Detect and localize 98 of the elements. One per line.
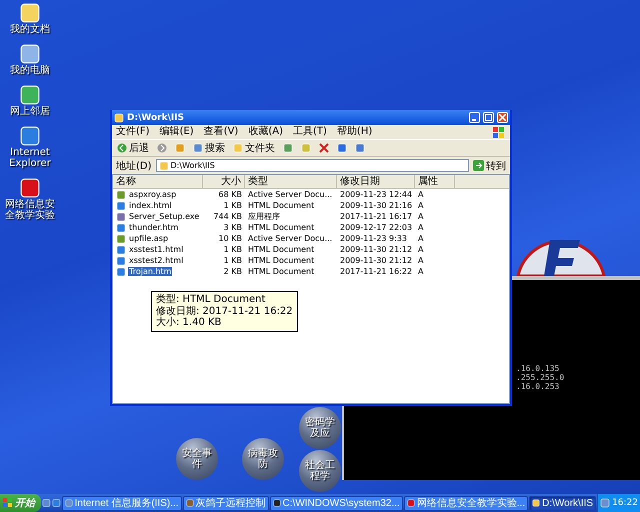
file-row[interactable]: index.html 1 KB HTML Document 2009-11-30 21:16 A [113, 200, 509, 211]
desktop-icon-label[interactable]: 网上邻居 [10, 106, 50, 117]
close-icon [499, 114, 506, 121]
maximize-button[interactable] [483, 112, 494, 123]
file-name: Trojan.htm [128, 267, 172, 276]
clock: 16:22 [612, 498, 638, 508]
file-row[interactable]: thunder.htm 3 KB HTML Document 2009-12-17 22:03 A [113, 222, 509, 233]
toolbar-button[interactable]: 搜索 [192, 140, 226, 156]
table-cell-text: A [417, 233, 424, 244]
toolbar-button[interactable]: 文件夹 [232, 140, 276, 156]
address-field[interactable]: D:\Work\IIS [156, 159, 469, 172]
table-cell-text: A [417, 189, 424, 200]
file-name: Server_Setup.exe [128, 212, 200, 221]
table-cell-text: 2 KB [222, 266, 243, 277]
table-cell-text: A [417, 211, 424, 222]
menu-item[interactable]: 工具(T) [293, 127, 327, 137]
desktop-icon-label[interactable]: 我的电脑 [10, 65, 50, 76]
menu-item[interactable]: 查看(V) [204, 127, 238, 137]
globe-button[interactable]: 社会工程学 [299, 450, 341, 492]
file-name: xsstest2.html [128, 256, 184, 265]
file-row[interactable]: upfile.asp 10 KB Active Server Docu... 2009-11-23 9:33 A [113, 233, 509, 244]
file-row[interactable]: Server_Setup.exe 744 KB 应用程序 2017-11-21 16:17 A [113, 211, 509, 222]
column-header[interactable]: 大小 [203, 175, 245, 188]
table-cell-text: A [417, 255, 424, 266]
file-row[interactable]: xsstest2.html 1 KB HTML Document 2009-11-30 21:12 A [113, 255, 509, 266]
tooltip-text: 修改日期: 2017-11-21 16:22 [156, 306, 293, 316]
tooltip-text: 大小: 1.40 KB [156, 317, 222, 328]
file-name: aspxroy.asp [128, 190, 178, 199]
close-button[interactable] [497, 112, 508, 123]
console-text: .255.255.0 [516, 373, 566, 382]
tooltip-text: 类型: HTML Document [156, 294, 266, 306]
maximize-icon [485, 114, 492, 121]
close-icon [319, 143, 329, 153]
menu-item[interactable]: 文件(F) [116, 127, 150, 137]
table-cell-text: 1 KB [222, 244, 243, 255]
globe-button[interactable]: 病毒攻防 [242, 438, 284, 480]
taskbar-button[interactable]: Internet 信息服务(IIS)... [62, 496, 182, 510]
taskbar-button[interactable]: C:\WINDOWS\system32... [270, 496, 403, 510]
file-name: upfile.asp [128, 234, 170, 243]
table-cell-text: HTML Document [247, 244, 316, 255]
address-label: 地址(D) [116, 160, 152, 172]
taskbar-button[interactable]: 网络信息安全教学实验... [404, 496, 528, 510]
table-cell-text: Active Server Docu... [247, 233, 334, 244]
desktop-icon-label[interactable]: 网络信息安全教学实验 [1, 199, 59, 221]
file-name: index.html [128, 201, 173, 210]
file-row[interactable]: Trojan.htm 2 KB HTML Document 2017-11-21 16:22 A [113, 266, 509, 277]
file-name: xsstest1.html [128, 245, 184, 254]
column-header[interactable]: 修改日期 [337, 175, 415, 188]
table-cell-text: HTML Document [247, 266, 316, 277]
file-row[interactable]: xsstest1.html 1 KB HTML Document 2009-11-30 21:12 A [113, 244, 509, 255]
column-header[interactable]: 属性 [415, 175, 455, 188]
menu-item[interactable]: 编辑(E) [160, 127, 194, 137]
globe-button[interactable]: 密码学及应 [299, 407, 341, 449]
console-text: .16.0.253 [516, 382, 560, 391]
table-cell-text: Active Server Docu... [247, 189, 334, 200]
table-cell-text: 2009-11-23 12:44 [339, 189, 414, 200]
table-cell-text: A [417, 244, 424, 255]
table-cell-text: 2017-11-21 16:17 [339, 211, 414, 222]
table-cell-text: 2009-12-17 22:03 [339, 222, 414, 233]
toolbar-button[interactable]: 后退 [116, 140, 150, 156]
go-button[interactable]: 转到 [473, 158, 506, 172]
table-cell-text: HTML Document [247, 200, 316, 211]
table-cell-text: 2009-11-30 21:16 [339, 200, 414, 211]
table-cell-text: 2009-11-30 21:12 [339, 255, 414, 266]
table-cell-text: 68 KB [218, 189, 243, 200]
back-icon [117, 143, 127, 153]
table-cell-text: A [417, 222, 424, 233]
windows-logo-icon [3, 498, 13, 508]
table-cell-text: 1 KB [222, 255, 243, 266]
forward-icon [157, 143, 167, 153]
taskbar-button[interactable]: D:\Work\IIS [529, 496, 596, 510]
arrow-right-icon [473, 160, 484, 171]
table-cell-text: 1 KB [222, 200, 243, 211]
table-cell-text: 744 KB [212, 211, 243, 222]
table-cell-text: HTML Document [247, 255, 316, 266]
table-cell-text: A [417, 266, 424, 277]
table-cell-text: 2009-11-30 21:12 [339, 244, 414, 255]
table-cell-text: 10 KB [218, 233, 243, 244]
table-cell-text: A [417, 200, 424, 211]
table-cell-text: 应用程序 [247, 211, 281, 222]
globe-button[interactable]: 安全事件 [176, 438, 218, 480]
file-row[interactable]: aspxroy.asp 68 KB Active Server Docu... 2009-11-23 12:44 A [113, 189, 509, 200]
desktop-icon-label[interactable]: 我的文档 [10, 24, 50, 35]
console-text: .16.0.135 [516, 364, 560, 373]
windows-logo-icon [492, 126, 506, 139]
minimize-button[interactable] [469, 112, 480, 123]
taskbar-button[interactable]: 灰鸽子远程控制 [182, 496, 269, 510]
table-cell-text: 3 KB [222, 222, 243, 233]
table-cell-text: 2017-11-21 16:22 [339, 266, 414, 277]
table-cell-text: HTML Document [247, 222, 316, 233]
menu-item[interactable]: 帮助(H) [336, 127, 372, 137]
file-name: thunder.htm [128, 223, 180, 232]
column-header[interactable]: 类型 [245, 175, 337, 188]
table-cell-text: 2009-11-23 9:33 [339, 233, 408, 244]
window-title: D:\Work\IIS [127, 112, 186, 122]
menu-item[interactable]: 收藏(A) [248, 127, 283, 137]
desktop-icon-label[interactable]: Internet Explorer [1, 147, 59, 169]
column-header[interactable]: 名称 [113, 175, 203, 188]
